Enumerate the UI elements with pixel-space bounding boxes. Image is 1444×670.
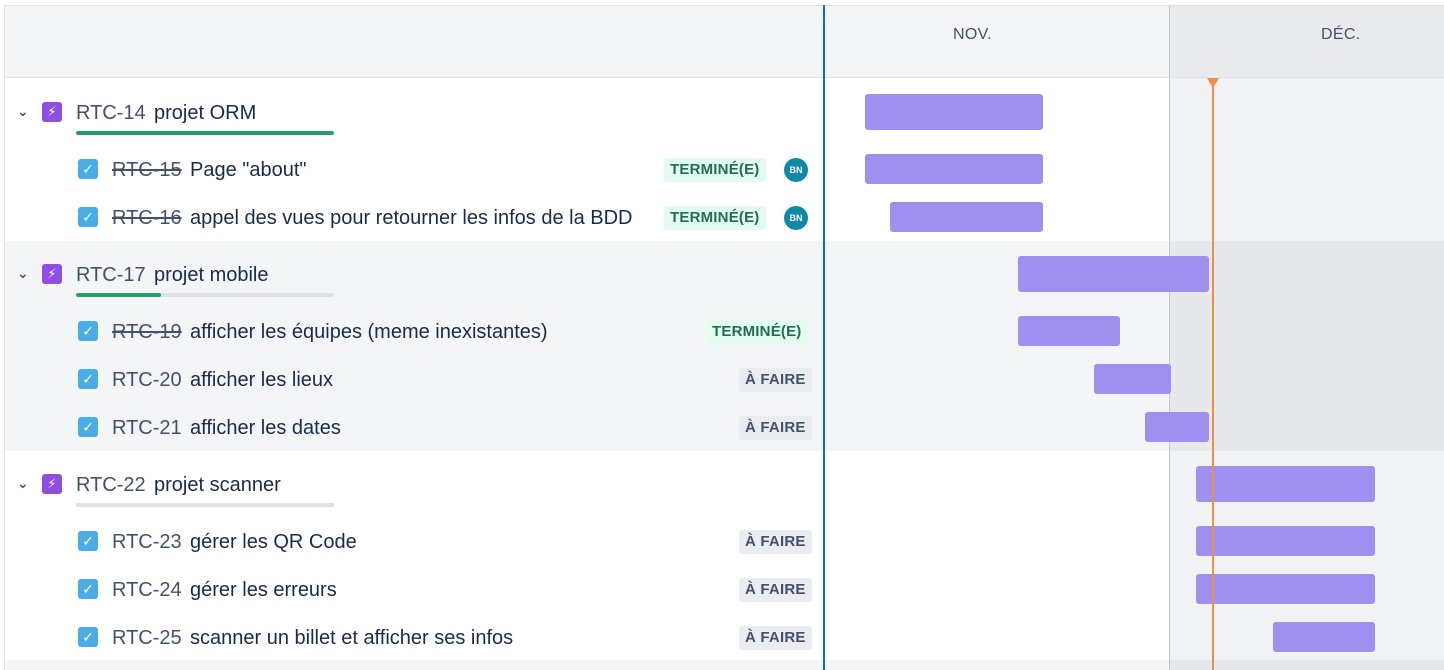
chevron-down-icon[interactable]: ⌄ — [17, 265, 29, 282]
chevron-down-icon[interactable]: ⌄ — [17, 475, 29, 492]
issue-key[interactable]: RTC-15 — [112, 159, 182, 182]
timeline-bar-rtc-21[interactable] — [1145, 412, 1209, 442]
issue-key[interactable]: RTC-25 — [112, 627, 182, 650]
avatar[interactable]: BN — [784, 206, 808, 230]
current-month-header-shade — [1169, 6, 1444, 78]
issue-summary[interactable]: projet ORM — [154, 102, 256, 125]
task-checkbox-icon: ✓ — [78, 627, 98, 647]
child-row-rtc-15[interactable]: ✓ RTC-15 Page "about" TERMINÉ(E) BN — [5, 146, 823, 194]
timeline-bar-rtc-19[interactable] — [1018, 316, 1120, 346]
timeline-bar-rtc-22[interactable] — [1196, 466, 1375, 502]
task-checkbox-icon: ✓ — [78, 159, 98, 179]
avatar[interactable]: BN — [784, 158, 808, 182]
epic-row-rtc-14[interactable]: ⌄ ⚡ RTC-14 projet ORM — [5, 89, 823, 137]
task-checkbox-icon: ✓ — [78, 207, 98, 227]
child-row-rtc-20[interactable]: ✓ RTC-20 afficher les lieux À FAIRE — [5, 356, 823, 404]
status-badge: TERMINÉ(E) — [664, 206, 766, 230]
timeline-bar-rtc-20[interactable] — [1094, 364, 1171, 394]
issues-header — [5, 6, 825, 78]
timeline-bar-rtc-17[interactable] — [1018, 256, 1209, 292]
issue-summary[interactable]: gérer les erreurs — [190, 579, 337, 602]
issue-summary[interactable]: afficher les équipes (meme inexistantes) — [190, 321, 548, 344]
issue-summary[interactable]: gérer les QR Code — [190, 531, 357, 554]
task-checkbox-icon: ✓ — [78, 531, 98, 551]
month-label-dec: DÉC. — [1321, 26, 1361, 43]
timeline-bar-rtc-23[interactable] — [1196, 526, 1375, 556]
child-row-rtc-23[interactable]: ✓ RTC-23 gérer les QR Code À FAIRE — [5, 518, 823, 566]
panel-resize-handle[interactable] — [823, 5, 825, 670]
chevron-down-icon[interactable]: ⌄ — [17, 103, 29, 120]
epic-progress-bar — [76, 131, 334, 135]
status-badge: À FAIRE — [739, 626, 812, 650]
epic-icon: ⚡ — [42, 102, 62, 122]
child-row-rtc-19[interactable]: ✓ RTC-19 afficher les équipes (meme inex… — [5, 308, 823, 356]
issue-key[interactable]: RTC-19 — [112, 321, 182, 344]
epic-row-rtc-22[interactable]: ⌄ ⚡ RTC-22 projet scanner — [5, 461, 823, 509]
task-checkbox-icon: ✓ — [78, 321, 98, 341]
issue-key[interactable]: RTC-21 — [112, 417, 182, 440]
timeline-bar-rtc-25[interactable] — [1273, 622, 1375, 652]
task-checkbox-icon: ✓ — [78, 579, 98, 599]
issue-key[interactable]: RTC-14 — [76, 102, 146, 125]
issue-key[interactable]: RTC-17 — [76, 264, 146, 287]
task-checkbox-icon: ✓ — [78, 417, 98, 437]
issue-summary[interactable]: projet mobile — [154, 264, 269, 287]
status-badge: À FAIRE — [739, 368, 812, 392]
status-badge: À FAIRE — [739, 578, 812, 602]
task-checkbox-icon: ✓ — [78, 369, 98, 389]
child-row-rtc-21[interactable]: ✓ RTC-21 afficher les dates À FAIRE — [5, 404, 823, 452]
epic-icon: ⚡ — [42, 264, 62, 284]
epic-progress-bar — [76, 293, 334, 297]
child-row-rtc-24[interactable]: ✓ RTC-24 gérer les erreurs À FAIRE — [5, 566, 823, 614]
epic-row-rtc-17[interactable]: ⌄ ⚡ RTC-17 projet mobile — [5, 251, 823, 299]
status-badge: TERMINÉ(E) — [706, 320, 808, 344]
epic-progress-bar — [76, 503, 334, 507]
month-label-nov: NOV. — [953, 26, 992, 43]
issue-key[interactable]: RTC-16 — [112, 207, 182, 230]
status-badge: À FAIRE — [739, 416, 812, 440]
child-row-rtc-25[interactable]: ✓ RTC-25 scanner un billet et afficher s… — [5, 614, 823, 662]
epic-progress-fill — [76, 131, 334, 135]
issue-summary[interactable]: afficher les dates — [190, 417, 341, 440]
timeline-bar-rtc-14[interactable] — [865, 94, 1043, 130]
issue-key[interactable]: RTC-24 — [112, 579, 182, 602]
timeline-bar-rtc-16[interactable] — [890, 202, 1043, 232]
status-badge: TERMINÉ(E) — [664, 158, 766, 182]
epic-icon: ⚡ — [42, 474, 62, 494]
issue-summary[interactable]: afficher les lieux — [190, 369, 333, 392]
issue-key[interactable]: RTC-20 — [112, 369, 182, 392]
issue-summary[interactable]: projet scanner — [154, 474, 281, 497]
issue-key[interactable]: RTC-23 — [112, 531, 182, 554]
child-row-rtc-16[interactable]: ✓ RTC-16 appel des vues pour retourner l… — [5, 194, 823, 242]
issue-summary[interactable]: appel des vues pour retourner les infos … — [190, 207, 632, 230]
today-line — [1212, 84, 1214, 670]
issue-key[interactable]: RTC-22 — [76, 474, 146, 497]
epic-progress-fill — [76, 293, 162, 297]
status-badge: À FAIRE — [739, 530, 812, 554]
issue-summary[interactable]: Page "about" — [190, 159, 307, 182]
issue-summary[interactable]: scanner un billet et afficher ses infos — [190, 627, 513, 650]
timeline-bar-rtc-24[interactable] — [1196, 574, 1375, 604]
timeline-bar-rtc-15[interactable] — [865, 154, 1043, 184]
